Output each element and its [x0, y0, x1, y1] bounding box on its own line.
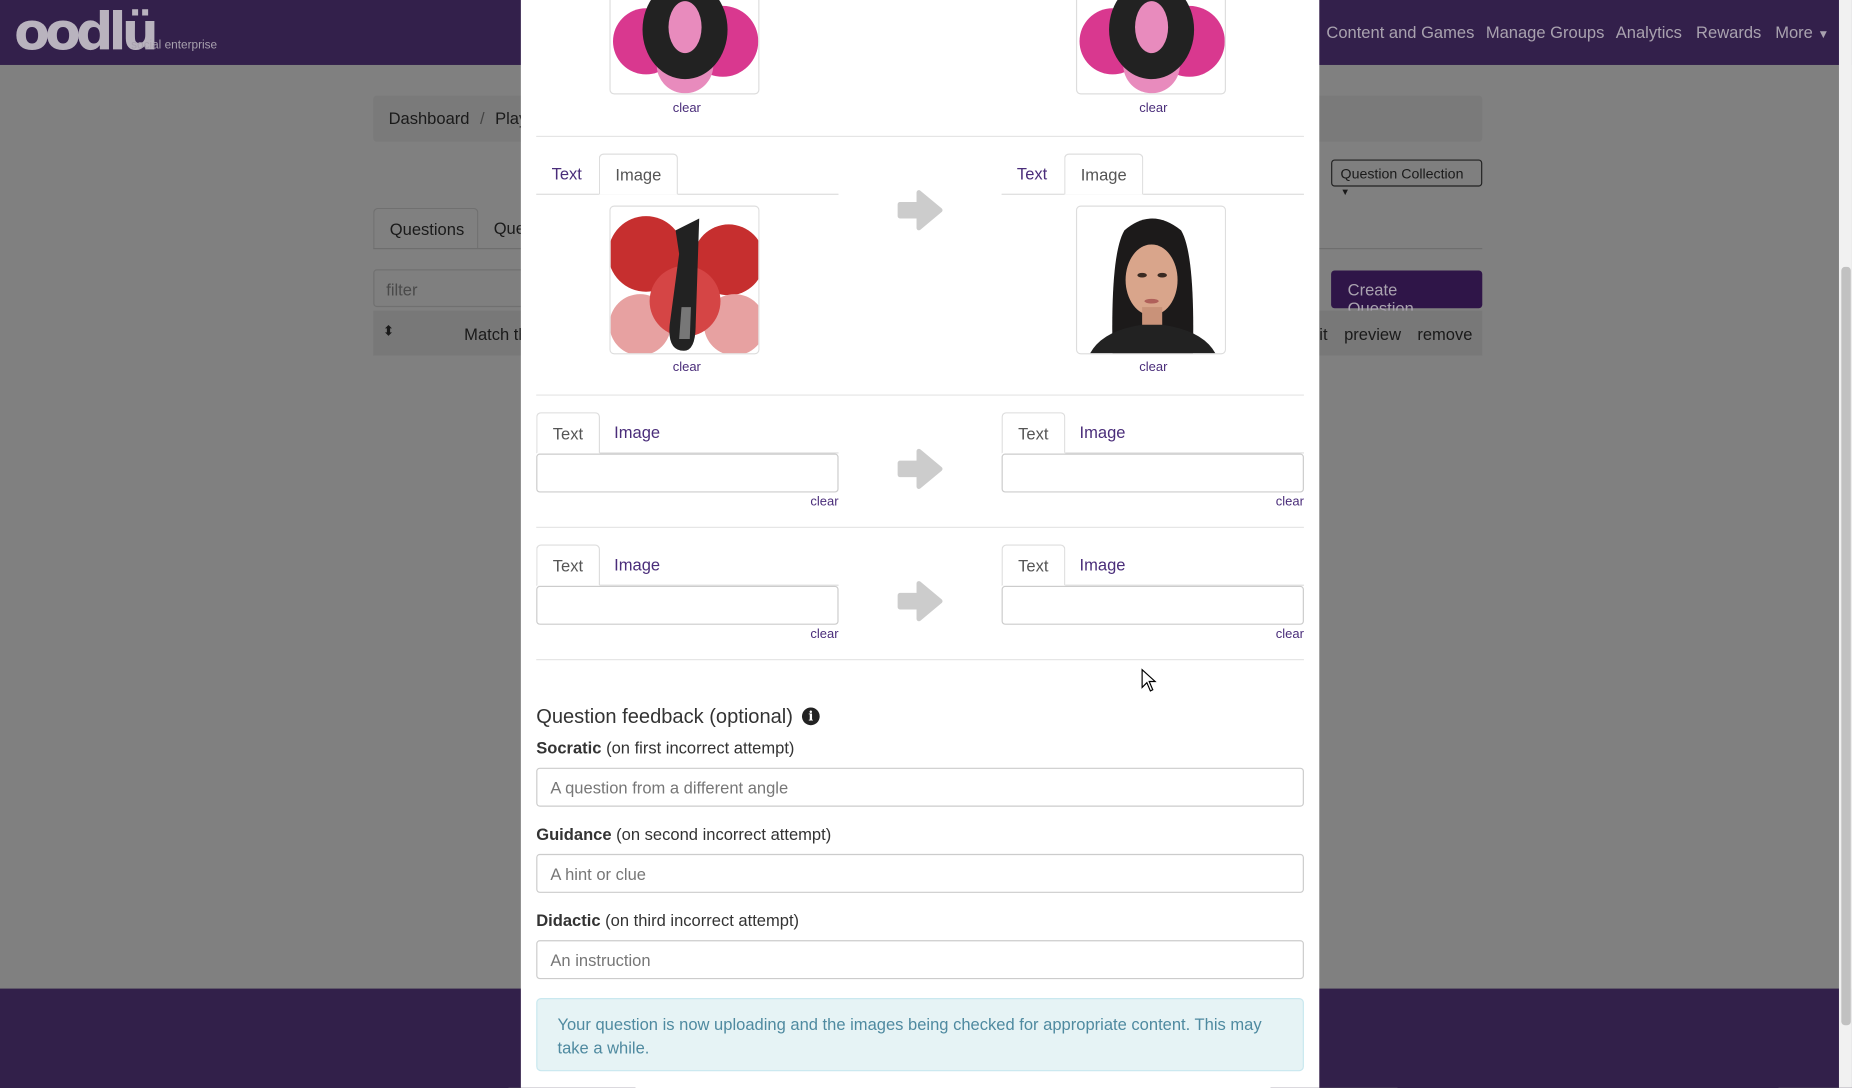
left-mode-tabs: Text Image — [536, 544, 839, 586]
clear-link[interactable]: clear — [1245, 495, 1304, 509]
guidance-label: Guidance (on second incorrect attempt) — [536, 824, 831, 843]
arrow-right-icon — [895, 187, 943, 234]
feedback-title: Question feedback (optional) — [536, 705, 793, 728]
question-collection-button[interactable]: Question Collection ▼ — [1331, 159, 1483, 197]
caret-down-icon: ▼ — [1340, 186, 1350, 198]
upload-info-alert: Your question is now uploading and the i… — [536, 998, 1304, 1072]
nav-rewards[interactable]: Rewards — [1696, 22, 1761, 41]
tab-text[interactable]: Text — [1001, 544, 1065, 586]
breadcrumb-separator: / — [479, 108, 485, 128]
left-mode-tabs: Text Image — [536, 153, 839, 195]
pink-number-0-image — [609, 0, 760, 95]
tab-image[interactable]: Image — [1064, 544, 1141, 585]
right-text-input[interactable] — [1001, 453, 1304, 493]
info-circle-icon[interactable]: i — [801, 707, 820, 726]
tab-image[interactable]: Image — [599, 412, 676, 453]
left-text-input[interactable] — [536, 585, 839, 625]
filter-input[interactable]: filter — [373, 269, 539, 308]
left-mode-tabs: Text Image — [536, 412, 839, 454]
divider — [536, 526, 1304, 528]
tab-text[interactable]: Text — [536, 154, 597, 195]
tab-questions[interactable]: Questions — [373, 207, 479, 250]
tab-text[interactable]: Text — [1001, 412, 1065, 454]
tab-text[interactable]: Text — [536, 412, 600, 454]
didactic-label: Didactic (on third incorrect attempt) — [536, 911, 799, 930]
tab-image[interactable]: Image — [598, 153, 678, 195]
didactic-label-strong: Didactic — [536, 910, 601, 930]
mouse-cursor-icon — [1141, 668, 1158, 699]
divider — [536, 394, 1304, 396]
socratic-label-strong: Socratic — [536, 738, 602, 758]
pink-number-0-image — [1075, 0, 1226, 95]
clear-link[interactable]: clear — [609, 360, 764, 374]
clear-link[interactable]: clear — [1076, 102, 1231, 116]
tab-image[interactable]: Image — [599, 544, 676, 585]
edit-link[interactable]: it — [1319, 325, 1327, 344]
didactic-hint: (on third incorrect attempt) — [605, 910, 800, 930]
right-mode-tabs: Text Image — [1001, 544, 1304, 586]
logo[interactable]: oodlü — [14, 2, 159, 62]
tab-image[interactable]: Image — [1064, 412, 1141, 453]
breadcrumb-dashboard[interactable]: Dashboard — [389, 109, 470, 128]
caret-down-icon: ▼ — [1817, 28, 1830, 42]
clear-link[interactable]: clear — [609, 102, 764, 116]
socratic-input[interactable]: A question from a different angle — [536, 767, 1304, 807]
clear-link[interactable]: clear — [780, 495, 838, 509]
socratic-label: Socratic (on first incorrect attempt) — [536, 738, 794, 757]
preview-link[interactable]: preview — [1344, 325, 1401, 344]
question-title: Match th — [464, 324, 528, 344]
left-text-input[interactable] — [536, 453, 839, 493]
create-question-button[interactable]: Create Question — [1331, 270, 1483, 318]
clear-link[interactable]: clear — [1245, 627, 1304, 641]
nav-manage-groups[interactable]: Manage Groups — [1486, 22, 1605, 41]
nav-more-label: More — [1775, 22, 1813, 42]
arrow-right-icon — [895, 445, 943, 492]
arrow-right-icon — [895, 578, 943, 625]
nav-content-and-games[interactable]: Content and Games — [1326, 22, 1474, 41]
clear-link[interactable]: clear — [1076, 360, 1231, 374]
tab-image[interactable]: Image — [1064, 153, 1144, 195]
scrollbar-thumb[interactable] — [1841, 266, 1851, 1026]
divider — [536, 135, 1304, 138]
right-text-input[interactable] — [1001, 585, 1304, 625]
guidance-input[interactable]: A hint or clue — [536, 853, 1304, 893]
nav-more[interactable]: More ▼ — [1775, 22, 1829, 41]
sort-icon[interactable]: ⬍ — [383, 322, 395, 339]
right-mode-tabs: Text Image — [1001, 153, 1304, 195]
logo-tagline: social enterprise — [131, 38, 218, 52]
divider — [536, 659, 1304, 661]
didactic-input[interactable]: An instruction — [536, 940, 1304, 980]
tab-text[interactable]: Text — [1002, 154, 1063, 195]
guidance-hint: (on second incorrect attempt) — [616, 824, 832, 844]
question-collection-label: Question Collection — [1340, 165, 1464, 182]
right-mode-tabs: Text Image — [1001, 412, 1304, 454]
red-number-1-image — [609, 205, 760, 355]
guidance-label-strong: Guidance — [536, 824, 612, 844]
tab-text[interactable]: Text — [536, 544, 600, 586]
remove-link[interactable]: remove — [1417, 325, 1472, 344]
nav-analytics[interactable]: Analytics — [1616, 22, 1682, 41]
clear-link[interactable]: clear — [780, 627, 838, 641]
socratic-hint: (on first incorrect attempt) — [606, 738, 795, 758]
woman-portrait-image — [1075, 205, 1226, 355]
